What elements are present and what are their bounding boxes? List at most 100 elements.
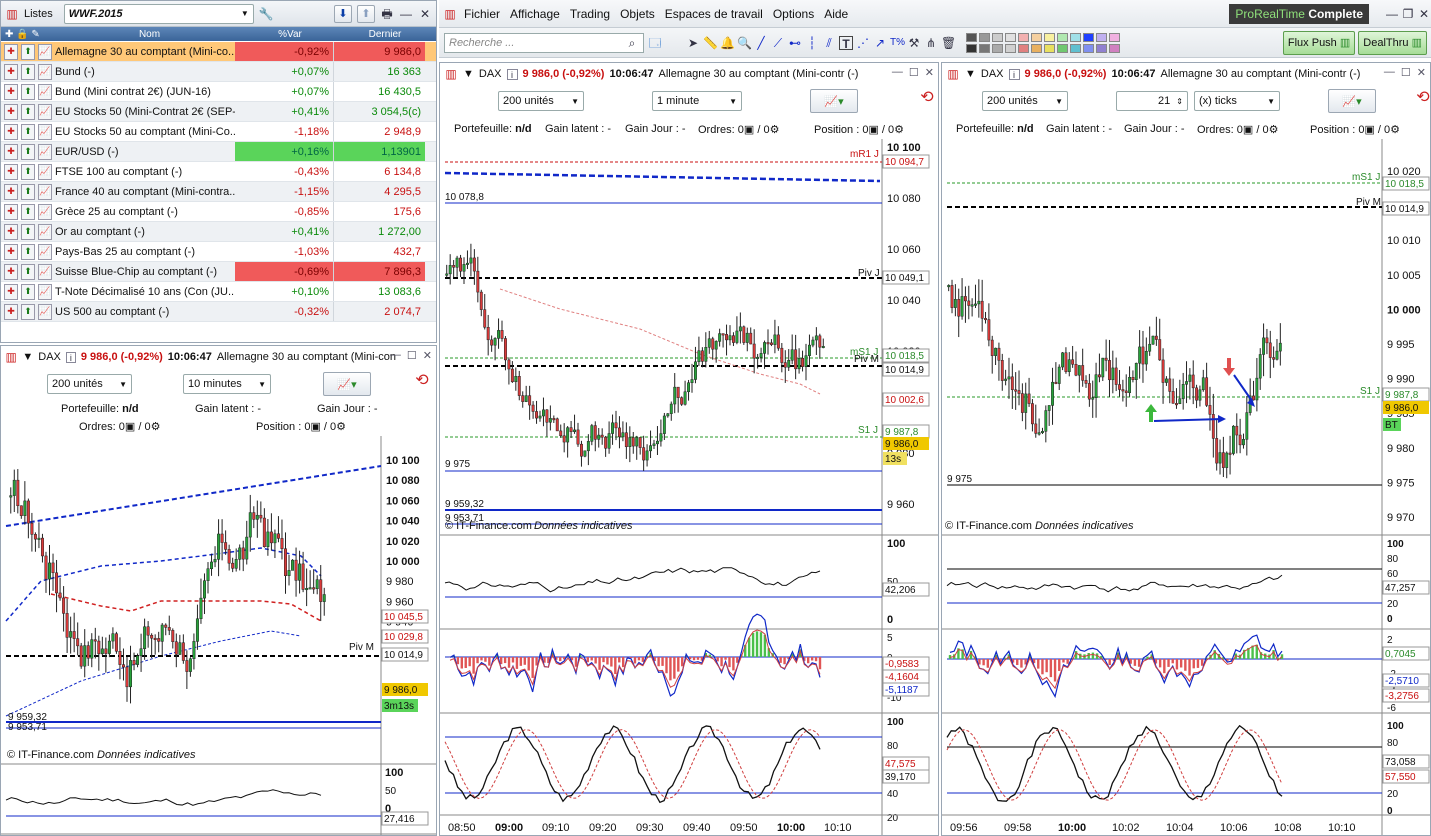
ruler-icon[interactable]: 📏 xyxy=(703,36,718,50)
trendline-icon[interactable]: ╱ xyxy=(754,36,768,50)
order-icon[interactable]: ✚ xyxy=(4,283,18,300)
color-swatch[interactable] xyxy=(1096,32,1107,42)
timeframe-select[interactable]: 10 minutes ▼ xyxy=(183,374,271,394)
restore-icon[interactable]: ❐ xyxy=(1401,7,1415,21)
close-icon[interactable]: ✕ xyxy=(1417,66,1426,79)
alert-icon[interactable]: ⬆ xyxy=(21,223,35,240)
units-select[interactable]: 200 unités ▼ xyxy=(498,91,584,111)
table-row[interactable]: ✚ ⬆ 📈 EU Stocks 50 au comptant (Mini-Co... -… xyxy=(1,122,436,142)
alert-icon[interactable]: ⬆ xyxy=(21,283,35,300)
menu-1[interactable]: Affichage xyxy=(505,7,565,21)
order-icon[interactable]: ✚ xyxy=(4,143,18,160)
timeframe-select[interactable]: 1 minute ▼ xyxy=(652,91,742,111)
alarm-icon[interactable]: 🔔 xyxy=(720,36,735,50)
tools-icon[interactable]: ⚒ xyxy=(907,36,921,50)
maximize-icon[interactable]: ☐ xyxy=(407,349,417,362)
channel-icon[interactable]: ⫽ xyxy=(822,36,836,50)
color-swatch[interactable] xyxy=(1031,43,1042,53)
move-down-button[interactable]: ⬇ xyxy=(334,4,352,23)
col-last[interactable]: Dernier xyxy=(339,29,431,40)
chart-open-icon[interactable]: 📈 xyxy=(38,43,52,60)
chart-open-icon[interactable]: 📈 xyxy=(38,203,52,220)
table-row[interactable]: ✚ ⬆ 📈 Pays-Bas 25 au comptant (-) -1,03% 432,… xyxy=(1,242,436,262)
right-chart-canvas[interactable]: 10 02010 01510 01010 00510 0009 9959 990… xyxy=(942,139,1430,835)
table-row[interactable]: ✚ ⬆ 📈 Grèce 25 au comptant (-) -0,85% 175,6 xyxy=(1,202,436,222)
order-icon[interactable]: ✚ xyxy=(4,243,18,260)
alert-icon[interactable]: ⬆ xyxy=(21,243,35,260)
units-select[interactable]: 200 unités ▼ xyxy=(47,374,132,394)
color-swatch[interactable] xyxy=(1031,32,1042,42)
order-icon[interactable]: ✚ xyxy=(4,123,18,140)
color-swatch[interactable] xyxy=(1083,43,1094,53)
chart-open-icon[interactable]: 📈 xyxy=(38,143,52,160)
color-swatch[interactable] xyxy=(1109,43,1120,53)
color-swatch[interactable] xyxy=(1005,43,1016,53)
col-name[interactable]: Nom xyxy=(58,29,241,40)
color-swatch[interactable] xyxy=(1083,32,1094,42)
order-icon[interactable]: ✚ xyxy=(4,223,18,240)
indicator-button[interactable]: 📈▾ xyxy=(810,89,858,113)
close-icon[interactable]: ✕ xyxy=(418,7,432,21)
middle-chart-canvas[interactable]: 10 10010 08010 06010 04010 02010 0009 98… xyxy=(440,139,938,835)
order-icon[interactable]: ✚ xyxy=(4,203,18,220)
dealthru-button[interactable]: DealThru ▥ xyxy=(1358,30,1427,55)
cursor-icon[interactable]: ➤ xyxy=(686,36,700,50)
menu-0[interactable]: Fichier xyxy=(459,7,505,21)
ticks-stepper[interactable]: 21 ⇕ xyxy=(1116,91,1188,111)
close-icon[interactable]: ✕ xyxy=(925,66,934,79)
table-row[interactable]: ✚ ⬆ 📈 US 500 au comptant (-) -0,32% 2 074,7 xyxy=(1,302,436,322)
color-swatch[interactable] xyxy=(1057,43,1068,53)
chart-open-icon[interactable]: 📈 xyxy=(38,103,52,120)
left-chart-canvas[interactable]: 10 100 10 080 10 060 10 040 10 020 10 000 9 98… xyxy=(1,436,436,836)
move-up-button[interactable]: ⬆ xyxy=(357,4,375,23)
ray-icon[interactable]: ⟋ xyxy=(771,36,785,50)
zoom-icon[interactable]: 🔍 xyxy=(737,36,752,50)
screen-icon[interactable]: 🗔 xyxy=(648,36,662,50)
table-row[interactable]: ✚ ⬆ 📈 Or au comptant (-) +0,41% 1 272,00 xyxy=(1,222,436,242)
table-row[interactable]: ✚ ⬆ 📈 Allemagne 30 au comptant (Mini-co... -… xyxy=(1,42,436,62)
color-swatch[interactable] xyxy=(1096,43,1107,53)
chart-open-icon[interactable]: 📈 xyxy=(38,303,52,320)
alert-icon[interactable]: ⬆ xyxy=(21,63,35,80)
watchlist-selector[interactable]: WWF.2015 ▼ xyxy=(63,3,254,24)
table-row[interactable]: ✚ ⬆ 📈 T-Note Décimalisé 10 ans (Con (JU... +… xyxy=(1,282,436,302)
color-swatch[interactable] xyxy=(966,32,977,42)
minimize-icon[interactable]: — xyxy=(1385,7,1399,21)
indicator-button[interactable]: 📈▾ xyxy=(323,372,371,396)
table-row[interactable]: ✚ ⬆ 📈 EU Stocks 50 (Mini-Contrat 2€ (SEP-..… xyxy=(1,102,436,122)
color-swatch[interactable] xyxy=(1005,32,1016,42)
alert-icon[interactable]: ⬆ xyxy=(21,83,35,100)
color-swatch[interactable] xyxy=(979,43,990,53)
chart-open-icon[interactable]: 📈 xyxy=(38,183,52,200)
minimize-icon[interactable]: — xyxy=(892,66,903,79)
order-icon[interactable]: ✚ xyxy=(4,183,18,200)
chart-open-icon[interactable]: 📈 xyxy=(38,163,52,180)
table-row[interactable]: ✚ ⬆ 📈 FTSE 100 au comptant (-) -0,43% 6 134,8 xyxy=(1,162,436,182)
magnet-icon[interactable]: ⋔ xyxy=(924,36,938,50)
alert-icon[interactable]: ⬆ xyxy=(21,263,35,280)
color-swatch[interactable] xyxy=(1109,32,1120,42)
menu-3[interactable]: Objets xyxy=(615,7,660,21)
info-icon[interactable]: i xyxy=(506,68,518,80)
chart-open-icon[interactable]: 📈 xyxy=(38,263,52,280)
table-row[interactable]: ✚ ⬆ 📈 EUR/USD (-) +0,16% 1,13901 xyxy=(1,142,436,162)
color-swatch[interactable] xyxy=(979,32,990,42)
alert-icon[interactable]: ⬆ xyxy=(21,183,35,200)
color-swatch[interactable] xyxy=(1070,32,1081,42)
hline-icon[interactable]: ⊷ xyxy=(788,36,802,50)
fibonacci-icon[interactable]: ⋰ xyxy=(856,36,870,50)
dropdown-arrow-icon[interactable]: ▼ xyxy=(463,68,474,80)
alert-icon[interactable]: ⬆ xyxy=(21,43,35,60)
color-swatch[interactable] xyxy=(1044,32,1055,42)
chart-open-icon[interactable]: 📈 xyxy=(38,123,52,140)
order-icon[interactable]: ✚ xyxy=(4,103,18,120)
color-swatch[interactable] xyxy=(1018,32,1029,42)
alert-icon[interactable]: ⬆ xyxy=(21,303,35,320)
trash-icon[interactable]: 🗑 xyxy=(941,36,956,50)
maximize-icon[interactable]: ☐ xyxy=(909,66,919,79)
menu-4[interactable]: Espaces de travail xyxy=(660,7,768,21)
alert-icon[interactable]: ⬆ xyxy=(21,203,35,220)
info-icon[interactable]: i xyxy=(1008,68,1020,80)
alert-icon[interactable]: ⬆ xyxy=(21,143,35,160)
indicator-button[interactable]: 📈▾ xyxy=(1328,89,1376,113)
